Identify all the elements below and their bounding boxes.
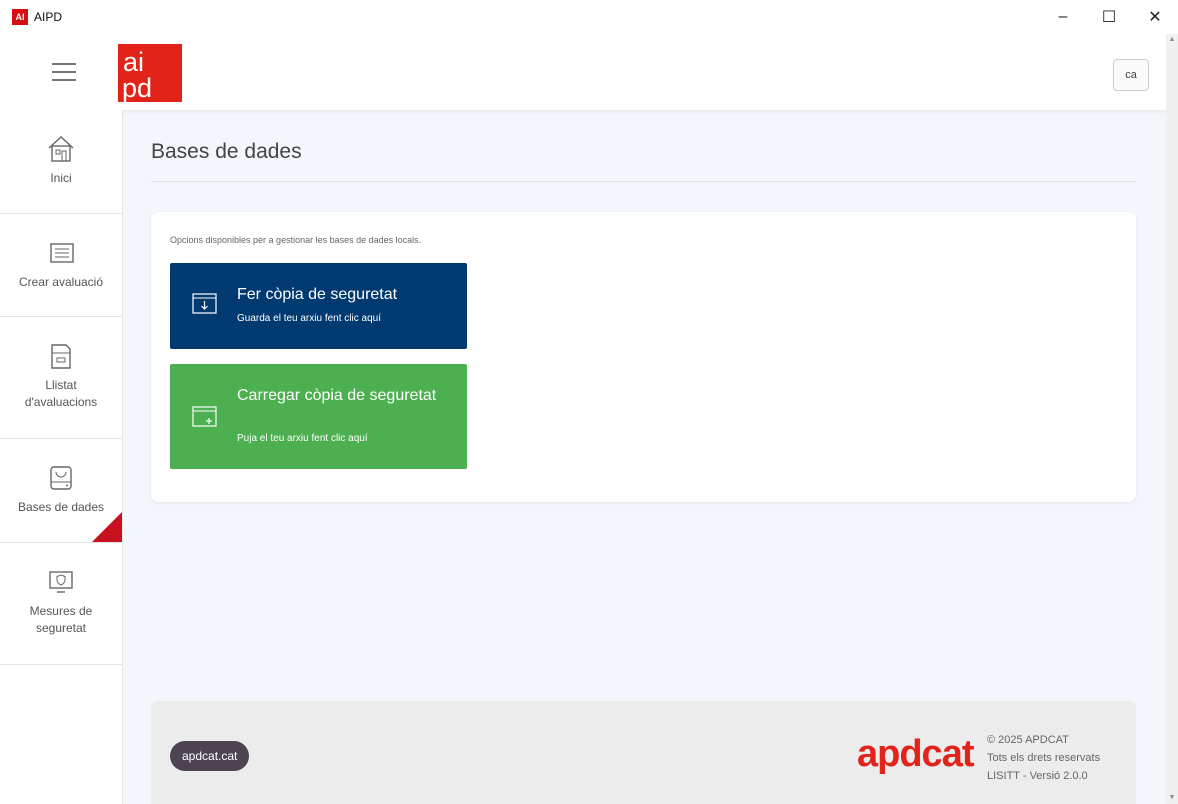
backup-subtitle: Guarda el teu arxiu fent clic aquí: [237, 313, 381, 324]
sidebar-item-databases[interactable]: Bases de dades: [0, 439, 122, 543]
title-divider: [151, 181, 1136, 182]
sidebar: Inici Crear avaluació Llistat d'avaluaci…: [0, 110, 123, 804]
sidebar-item-create[interactable]: Crear avaluació: [0, 214, 122, 317]
backup-title: Fer còpia de seguretat: [237, 286, 398, 303]
monitor-shield-icon: [49, 571, 73, 593]
sidebar-item-label: Crear avaluació: [18, 275, 104, 289]
apdcat-logo: apdcat: [857, 733, 974, 775]
database-icon: [50, 466, 72, 490]
vertical-scrollbar[interactable]: ▲ ▼: [1166, 34, 1178, 804]
hamburger-menu-icon[interactable]: [52, 63, 76, 81]
aipd-logo: ai pd: [118, 44, 182, 103]
sidebar-item-home[interactable]: Inici: [0, 110, 122, 214]
window-titlebar: AI AIPD – ☐ ✕: [0, 0, 1178, 34]
download-window-icon: [192, 293, 217, 314]
restore-title: Carregar còpia de seguretat: [237, 387, 437, 404]
card-description: Opcions disponibles per a gestionar les …: [170, 235, 422, 245]
page-title: Bases de dades: [151, 140, 302, 163]
language-button[interactable]: ca: [1113, 59, 1149, 91]
apdcat-link[interactable]: apdcat.cat: [170, 741, 250, 771]
app-icon: AI: [12, 9, 28, 25]
backup-button[interactable]: Fer còpia de seguretat Guarda el teu arx…: [170, 263, 467, 349]
restore-button[interactable]: Carregar còpia de seguretat Puja el teu …: [170, 364, 467, 469]
rights-text: Tots els drets reservats: [987, 752, 1101, 764]
window-title: AIPD: [34, 10, 63, 24]
sidebar-item-label: Mesures de seguretat: [29, 604, 93, 635]
upload-window-icon: [192, 406, 217, 427]
close-button[interactable]: ✕: [1132, 0, 1178, 34]
main-content: Bases de dades Opcions disponibles per a…: [122, 110, 1166, 804]
footer-info: © 2025 APDCAT Tots els drets reservats L…: [987, 731, 1100, 785]
scroll-down-icon[interactable]: ▼: [1166, 792, 1178, 804]
window-controls: – ☐ ✕: [1040, 0, 1178, 34]
copyright-text: © 2025 APDCAT: [987, 734, 1069, 746]
document-icon: [50, 243, 74, 263]
scroll-up-icon[interactable]: ▲: [1166, 34, 1178, 46]
version-text: LISITT - Versió 2.0.0: [987, 770, 1088, 782]
home-icon: [48, 136, 74, 162]
footer: apdcat.cat apdcat © 2025 APDCAT Tots els…: [151, 701, 1136, 804]
maximize-button[interactable]: ☐: [1086, 0, 1132, 34]
restore-subtitle: Puja el teu arxiu fent clic aquí: [237, 433, 368, 444]
folder-icon: [51, 344, 71, 369]
sidebar-item-security[interactable]: Mesures de seguretat: [0, 543, 122, 665]
database-options-card: Opcions disponibles per a gestionar les …: [151, 212, 1136, 502]
sidebar-item-list[interactable]: Llistat d'avaluacions: [0, 317, 122, 439]
sidebar-item-label: Inici: [50, 171, 72, 185]
sidebar-item-label: Bases de dades: [17, 500, 105, 514]
svg-text:pd: pd: [122, 73, 152, 102]
sidebar-item-label: Llistat d'avaluacions: [24, 378, 98, 409]
minimize-button[interactable]: –: [1040, 0, 1086, 34]
app-header: ai pd ca: [0, 34, 1166, 110]
